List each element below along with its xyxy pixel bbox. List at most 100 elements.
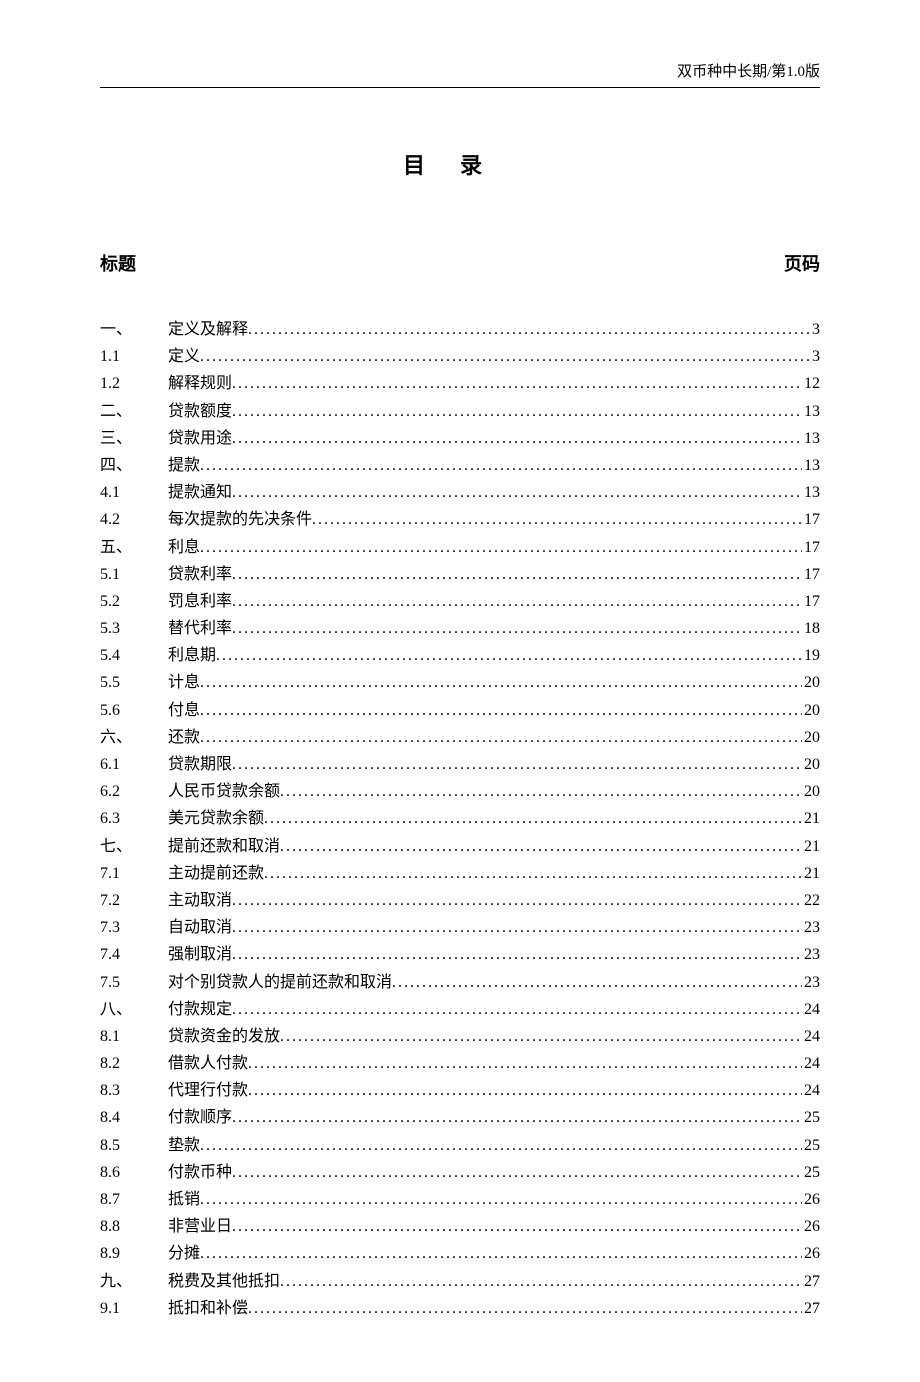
toc-row: 5.4利息期19 [100,642,820,669]
toc-leader-dots [200,697,802,724]
toc-leader-dots [264,805,802,832]
toc-row: 8.1贷款资金的发放24 [100,1023,820,1050]
toc-row: 7.1主动提前还款21 [100,860,820,887]
toc-label: 强制取消 [168,941,232,968]
toc-page-number: 20 [802,697,820,724]
toc-label: 定义及解释 [168,316,248,343]
page-title: 目录 [100,148,820,180]
toc-leader-dots [312,506,802,533]
toc-label: 非营业日 [168,1213,232,1240]
toc-number: 6.1 [100,751,168,778]
toc-label: 代理行付款 [168,1077,248,1104]
toc-number: 8.4 [100,1104,168,1131]
toc-leader-dots [232,1104,802,1131]
toc-page-number: 27 [802,1268,820,1295]
toc-row: 6.1贷款期限20 [100,751,820,778]
toc-row: 1.1定义3 [100,343,820,370]
toc-page-number: 21 [802,833,820,860]
toc-page-number: 23 [802,969,820,996]
toc-page-number: 26 [802,1186,820,1213]
toc-row: 六、还款 20 [100,724,820,751]
toc-page-number: 22 [802,887,820,914]
toc-number: 5.3 [100,615,168,642]
toc-number: 5.5 [100,669,168,696]
toc-page: 双币种中长期/第1.0版 目录 标题 页码 一、定义及解释31.1定义31.2解… [0,0,920,1382]
toc-label: 贷款资金的发放 [168,1023,280,1050]
toc-number: 8.7 [100,1186,168,1213]
toc-label: 计息 [168,669,200,696]
toc-page-number: 12 [802,370,820,397]
toc-leader-dots [232,398,802,425]
toc-number: 一、 [100,316,168,343]
toc-row: 二、贷款额度13 [100,398,820,425]
toc-row: 6.3美元贷款余额21 [100,805,820,832]
toc-number: 6.3 [100,805,168,832]
toc-page-number: 25 [802,1159,820,1186]
toc-page-number: 24 [802,1077,820,1104]
toc-leader-dots [232,996,802,1023]
toc-page-number: 13 [802,479,820,506]
toc-row: 4.1提款通知13 [100,479,820,506]
toc-label: 解释规则 [168,370,232,397]
toc-number: 8.6 [100,1159,168,1186]
toc-number: 6.2 [100,778,168,805]
toc-number: 9.1 [100,1295,168,1322]
toc-label: 付息 [168,697,200,724]
toc-number: 四、 [100,452,168,479]
toc-leader-dots [232,479,802,506]
toc-row: 6.2人民币贷款余额20 [100,778,820,805]
toc-leader-dots [200,669,802,696]
toc-leader-dots [200,1132,802,1159]
toc-page-number: 24 [802,996,820,1023]
toc-label: 对个别贷款人的提前还款和取消 [168,969,392,996]
toc-leader-dots [200,534,802,561]
toc-page-number: 20 [802,669,820,696]
toc-page-number: 27 [802,1295,820,1322]
toc-leader-dots [280,778,802,805]
toc-row: 7.5对个别贷款人的提前还款和取消 23 [100,969,820,996]
running-header: 双币种中长期/第1.0版 [100,60,820,88]
toc-leader-dots [248,1077,802,1104]
toc-page-number: 24 [802,1050,820,1077]
toc-leader-dots [216,642,802,669]
toc-number: 二、 [100,398,168,425]
toc-number: 4.2 [100,506,168,533]
toc-page-number: 23 [802,941,820,968]
toc-row: 5.6付息20 [100,697,820,724]
toc-leader-dots [264,860,802,887]
toc-number: 7.5 [100,969,168,996]
toc-list: 一、定义及解释31.1定义31.2解释规则12二、贷款额度13三、贷款用途13四… [100,316,820,1322]
toc-leader-dots [200,1240,802,1267]
toc-leader-dots [232,914,802,941]
toc-number: 八、 [100,996,168,1023]
toc-leader-dots [232,887,802,914]
toc-label: 还款 [168,724,200,751]
toc-number: 1.1 [100,343,168,370]
toc-page-number: 20 [802,724,820,751]
toc-number: 5.1 [100,561,168,588]
toc-number: 六、 [100,724,168,751]
toc-row: 九、税费及其他抵扣27 [100,1268,820,1295]
toc-label: 每次提款的先决条件 [168,506,312,533]
toc-row: 五、利息17 [100,534,820,561]
toc-number: 1.2 [100,370,168,397]
toc-label: 提款 [168,452,200,479]
toc-label: 主动提前还款 [168,860,264,887]
toc-leader-dots [200,343,810,370]
toc-row: 8.8非营业日26 [100,1213,820,1240]
toc-label: 借款人付款 [168,1050,248,1077]
toc-page-number: 17 [802,561,820,588]
toc-label: 贷款额度 [168,398,232,425]
toc-row: 七、提前还款和取消21 [100,833,820,860]
toc-leader-dots [280,1268,802,1295]
toc-number: 7.1 [100,860,168,887]
toc-page-number: 17 [802,588,820,615]
toc-page-number: 19 [802,642,820,669]
toc-label: 付款顺序 [168,1104,232,1131]
toc-row: 四、提款13 [100,452,820,479]
toc-page-number: 18 [802,615,820,642]
toc-page-number: 17 [802,506,820,533]
toc-label: 替代利率 [168,615,232,642]
toc-leader-dots [232,615,802,642]
toc-page-number: 26 [802,1240,820,1267]
